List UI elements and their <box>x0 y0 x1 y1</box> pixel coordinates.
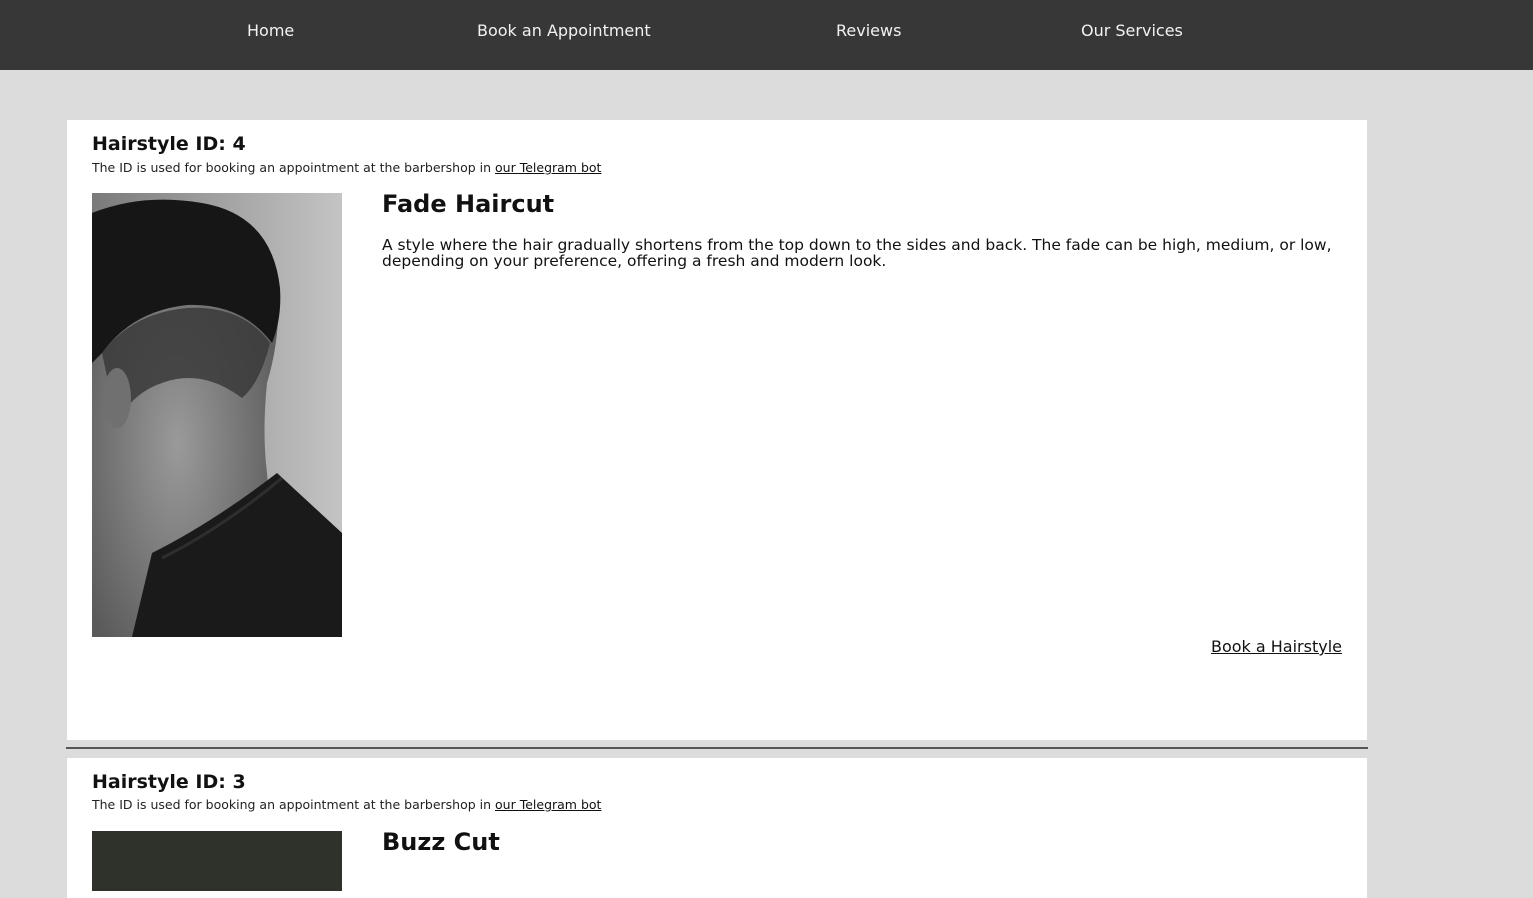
fade-haircut-photo <box>92 193 342 637</box>
hairstyle-id-title: Hairstyle ID: 3 <box>92 771 246 793</box>
hairstyle-photo <box>92 831 342 891</box>
id-note-text: The ID is used for booking an appointmen… <box>92 160 496 175</box>
nav-reviews[interactable]: Reviews <box>836 21 901 40</box>
id-note-text: The ID is used for booking an appointmen… <box>92 797 496 812</box>
nav-home[interactable]: Home <box>247 21 294 40</box>
hairstyle-description: A style where the hair gradually shorten… <box>382 236 1332 270</box>
hairstyle-name: Fade Haircut <box>382 190 555 218</box>
hairstyle-card: Hairstyle ID: 4 The ID is used for booki… <box>67 120 1367 740</box>
book-hairstyle-link[interactable]: Book a Hairstyle <box>1211 637 1342 656</box>
hairstyle-id-note: The ID is used for booking an appointmen… <box>92 160 601 175</box>
telegram-bot-link[interactable]: our Telegram bot <box>495 797 601 812</box>
telegram-bot-link[interactable]: our Telegram bot <box>495 160 601 175</box>
hairstyle-card: Hairstyle ID: 3 The ID is used for booki… <box>67 758 1367 898</box>
hairstyle-id-note: The ID is used for booking an appointmen… <box>92 797 601 812</box>
section-divider <box>66 747 1368 749</box>
top-navigation: Home Book an Appointment Reviews Our Ser… <box>0 0 1533 70</box>
hairstyle-id-title: Hairstyle ID: 4 <box>92 133 246 155</box>
hairstyle-name: Buzz Cut <box>382 828 500 856</box>
nav-our-services[interactable]: Our Services <box>1081 21 1183 40</box>
nav-book-appointment[interactable]: Book an Appointment <box>477 21 651 40</box>
hairstyle-photo <box>92 193 342 637</box>
